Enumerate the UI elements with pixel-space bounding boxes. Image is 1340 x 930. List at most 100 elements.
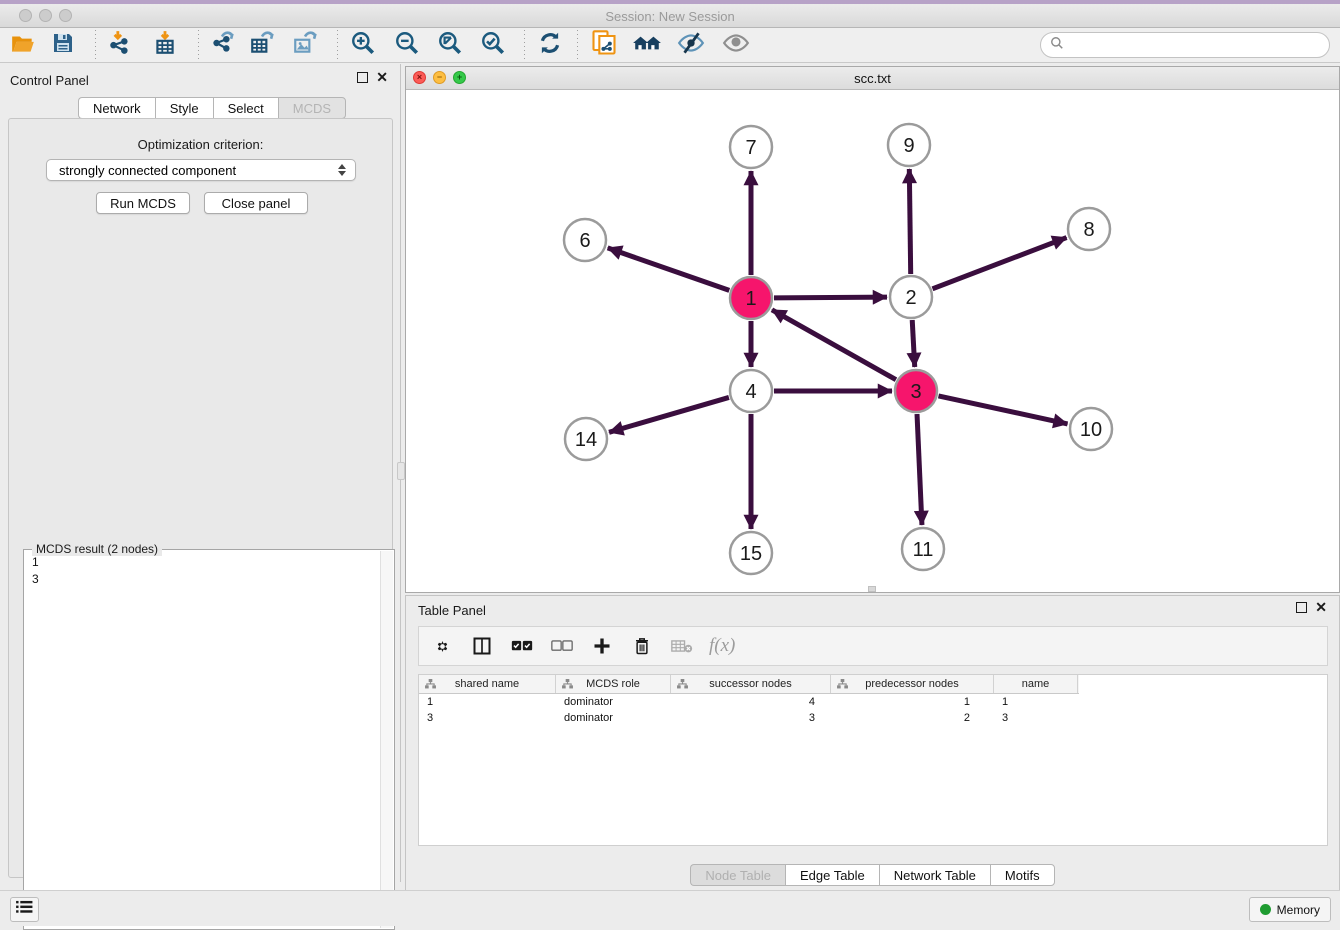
mcds-result-title: MCDS result (2 nodes) [32, 542, 162, 556]
function-builder-button[interactable]: f(x) [709, 635, 735, 657]
delete-column-button[interactable] [669, 633, 695, 659]
network-resize-grip[interactable] [868, 586, 876, 592]
control-panel-window-buttons: ✕ [357, 72, 388, 83]
hide-graphics-button[interactable] [673, 30, 709, 60]
criterion-dropdown[interactable]: strongly connected component [46, 159, 356, 181]
graph-node-label-10: 10 [1080, 419, 1102, 441]
column-header[interactable]: MCDS role [556, 675, 671, 693]
close-panel-button[interactable]: Close panel [204, 192, 308, 214]
graph-node-label-14: 14 [575, 429, 597, 451]
cell-mcds-role[interactable]: dominator [556, 694, 671, 710]
graph-edge-1-2[interactable] [774, 297, 887, 298]
import-network-button[interactable] [102, 30, 138, 60]
node-table[interactable]: shared name MCDS role successor nodes pr… [418, 674, 1328, 846]
column-header[interactable]: name [994, 675, 1078, 693]
memory-button[interactable]: Memory [1249, 897, 1331, 922]
home-layout-button[interactable] [629, 30, 665, 60]
tab-edge-table[interactable]: Edge Table [785, 864, 879, 886]
column-header[interactable]: successor nodes [671, 675, 831, 693]
tab-select[interactable]: Select [213, 97, 278, 119]
export-network-button[interactable] [204, 30, 240, 60]
export-image-icon [292, 30, 318, 61]
column-header[interactable]: shared name [419, 675, 556, 693]
search-icon [1050, 36, 1064, 55]
control-panel-title: Control Panel [10, 73, 89, 88]
zoom-selected-icon [480, 30, 506, 61]
graph-node-label-6: 6 [579, 230, 590, 252]
column-header[interactable]: predecessor nodes [831, 675, 994, 693]
table-row[interactable]: 3 dominator 3 2 3 [419, 710, 1327, 726]
zoom-fit-button[interactable] [432, 30, 468, 60]
table-panel-window-buttons: ✕ [1296, 602, 1327, 613]
float-panel-icon[interactable] [1296, 602, 1307, 613]
close-panel-icon[interactable]: ✕ [1315, 602, 1327, 613]
tab-style[interactable]: Style [155, 97, 213, 119]
graph-edge-3-10[interactable] [938, 396, 1067, 424]
houses-icon [632, 30, 662, 61]
graph-node-label-11: 11 [913, 539, 934, 561]
table-settings-button[interactable] [429, 633, 455, 659]
cell-shared-name[interactable]: 1 [419, 694, 556, 710]
zoom-selected-button[interactable] [475, 30, 511, 60]
run-mcds-button[interactable]: Run MCDS [96, 192, 190, 214]
delete-row-button[interactable] [629, 633, 655, 659]
show-column-button[interactable] [469, 633, 495, 659]
zoom-fit-icon [437, 30, 463, 61]
tab-motifs[interactable]: Motifs [990, 864, 1055, 886]
toolbar-separator [95, 30, 96, 60]
export-table-button[interactable] [244, 30, 280, 60]
cell-predecessor-nodes[interactable]: 2 [831, 710, 994, 726]
graph-edge-3-11[interactable] [917, 414, 922, 525]
mcds-result-text[interactable]: 1 3 [26, 554, 39, 588]
close-panel-icon[interactable]: ✕ [376, 72, 388, 83]
cell-successor-nodes[interactable]: 4 [671, 694, 831, 710]
graph-edge-2-9[interactable] [909, 169, 910, 274]
zoom-in-button[interactable] [345, 30, 381, 60]
save-session-button[interactable] [45, 30, 81, 60]
graph-node-label-8: 8 [1083, 219, 1094, 241]
graph-edge-3-1[interactable] [772, 310, 896, 380]
graph-node-label-1: 1 [745, 288, 756, 310]
network-canvas-svg[interactable]: 7968124314101511 [406, 90, 1339, 592]
panel-splitter-handle[interactable] [397, 462, 405, 480]
search-input[interactable] [1070, 38, 1329, 53]
cell-mcds-role[interactable]: dominator [556, 710, 671, 726]
eye-slash-icon [677, 30, 705, 61]
memory-status-dot [1260, 904, 1271, 915]
graph-edge-2-8[interactable] [932, 238, 1066, 289]
copy-network-button[interactable] [586, 30, 622, 60]
cell-successor-nodes[interactable]: 3 [671, 710, 831, 726]
graph-node-label-3: 3 [910, 381, 921, 403]
cell-shared-name[interactable]: 3 [419, 710, 556, 726]
add-row-button[interactable] [589, 633, 615, 659]
open-file-button[interactable] [5, 30, 41, 60]
graph-edge-1-6[interactable] [608, 248, 730, 290]
toolbar-separator [524, 30, 525, 60]
attribute-type-icon [677, 679, 688, 692]
export-table-icon [249, 30, 275, 61]
tab-network[interactable]: Network [78, 97, 155, 119]
eye-icon [722, 30, 750, 61]
search-field[interactable] [1040, 32, 1330, 58]
refresh-button[interactable] [532, 30, 568, 60]
tab-node-table[interactable]: Node Table [690, 864, 785, 886]
cell-name[interactable]: 3 [994, 710, 1078, 726]
task-history-button[interactable] [10, 897, 39, 922]
mcds-result-scrollbar[interactable] [380, 551, 393, 928]
tab-mcds[interactable]: MCDS [278, 97, 346, 119]
show-graphics-button[interactable] [718, 30, 754, 60]
toolbar-separator [577, 30, 578, 60]
graph-edge-2-3[interactable] [912, 320, 915, 367]
graph-edge-4-14[interactable] [609, 397, 729, 432]
select-all-button[interactable] [509, 633, 535, 659]
cell-predecessor-nodes[interactable]: 1 [831, 694, 994, 710]
float-panel-icon[interactable] [357, 72, 368, 83]
deselect-all-button[interactable] [549, 633, 575, 659]
table-row[interactable]: 1 dominator 4 1 1 [419, 694, 1327, 710]
tab-network-table[interactable]: Network Table [879, 864, 990, 886]
export-image-button[interactable] [287, 30, 323, 60]
cell-name[interactable]: 1 [994, 694, 1078, 710]
network-window-titlebar[interactable]: × − + scc.txt [406, 67, 1339, 90]
import-table-button[interactable] [147, 30, 183, 60]
zoom-out-button[interactable] [389, 30, 425, 60]
